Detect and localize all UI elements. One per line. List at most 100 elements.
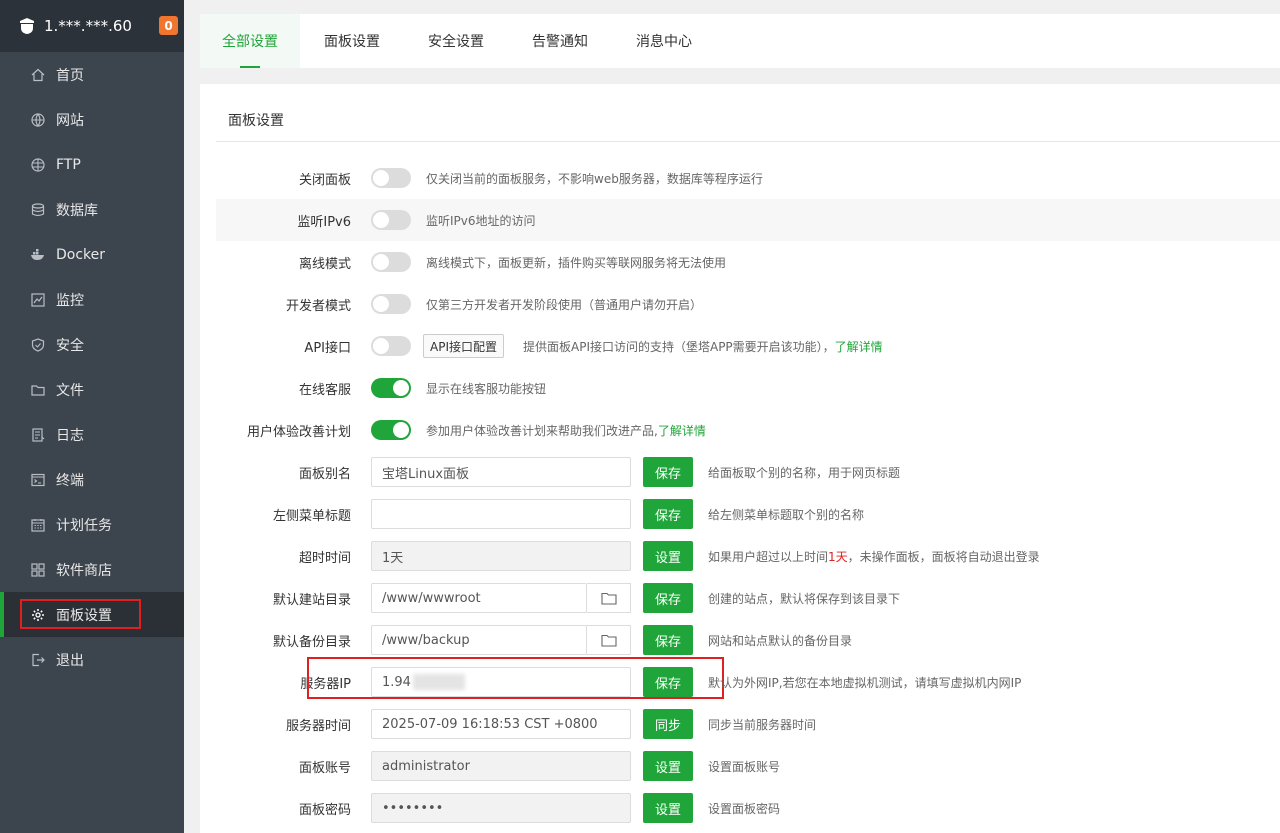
- row-backup-dir: 默认备份目录 /www/backup 保存 网站和站点默认的备份目录: [216, 619, 1280, 661]
- set-password-button[interactable]: 设置: [643, 793, 693, 823]
- docker-icon: [30, 247, 46, 263]
- sidebar-item-cron[interactable]: 计划任务: [0, 502, 184, 547]
- sidebar-item-label: 监控: [56, 292, 84, 309]
- grid-icon: [30, 562, 46, 578]
- folder-picker-icon[interactable]: [587, 583, 631, 613]
- ux-program-toggle[interactable]: [371, 420, 411, 440]
- log-icon: [30, 427, 46, 443]
- divider: [216, 141, 1280, 142]
- row-offline-mode: 离线模式 离线模式下，面板更新，插件购买等联网服务将无法使用: [216, 241, 1280, 283]
- settings-tabs: 全部设置 面板设置 安全设置 告警通知 消息中心: [200, 14, 1280, 68]
- row-desc: 监听IPv6地址的访问: [426, 213, 536, 228]
- row-label: 在线客服: [298, 382, 351, 398]
- sidebar-item-ftp[interactable]: FTP: [0, 142, 184, 187]
- dev-mode-toggle[interactable]: [371, 294, 411, 314]
- panel-account-input[interactable]: administrator: [371, 751, 631, 781]
- sidebar-item-logs[interactable]: 日志: [0, 412, 184, 457]
- row-desc: 同步当前服务器时间: [708, 717, 817, 732]
- panel-settings-section: 面板设置 关闭面板 仅关闭当前的面板服务，不影响web服务器，数据库等程序运行 …: [200, 84, 1280, 833]
- row-desc: 设置面板账号: [708, 759, 781, 774]
- globe-icon: [30, 112, 46, 128]
- row-desc: 网站和站点默认的备份目录: [708, 633, 853, 648]
- sidebar-item-docker[interactable]: Docker: [0, 232, 184, 277]
- row-desc: 离线模式下，面板更新，插件购买等联网服务将无法使用: [426, 255, 727, 270]
- sidebar-item-monitor[interactable]: 监控: [0, 277, 184, 322]
- tab-panel-settings[interactable]: 面板设置: [324, 14, 380, 68]
- row-desc: 默认为外网IP,若您在本地虚拟机测试，请填写虚拟机内网IP: [708, 675, 1022, 690]
- row-label: 面板别名: [298, 466, 351, 482]
- panel-alias-input[interactable]: 宝塔Linux面板: [371, 457, 631, 487]
- save-backup-dir-button[interactable]: 保存: [643, 625, 693, 655]
- tab-alert-notify[interactable]: 告警通知: [532, 14, 588, 68]
- sidebar-item-store[interactable]: 软件商店: [0, 547, 184, 592]
- tab-security-settings[interactable]: 安全设置: [428, 14, 484, 68]
- sidebar-item-files[interactable]: 文件: [0, 367, 184, 412]
- close-panel-toggle[interactable]: [371, 168, 411, 188]
- row-label: 左侧菜单标题: [272, 508, 351, 524]
- calendar-icon: [30, 517, 46, 533]
- offline-mode-toggle[interactable]: [371, 252, 411, 272]
- highlight-box: [20, 599, 141, 629]
- sidebar-item-website[interactable]: 网站: [0, 97, 184, 142]
- row-desc: 仅第三方开发者开发阶段使用（普通用户请勿开启）: [426, 297, 703, 312]
- sidebar-item-label: Docker: [56, 246, 106, 263]
- row-ux-program: 用户体验改善计划 参加用户体验改善计划来帮助我们改进产品,了解详情: [216, 409, 1280, 451]
- sidebar-item-label: 数据库: [56, 202, 98, 219]
- row-timeout: 超时时间 1天 设置 如果用户超过以上时间1天，未操作面板，面板将自动退出登录: [216, 535, 1280, 577]
- row-desc: 如果用户超过以上时间1天，未操作面板，面板将自动退出登录: [708, 548, 1040, 565]
- message-badge[interactable]: 0: [159, 16, 178, 35]
- sidebar-item-home[interactable]: 首页: [0, 52, 184, 97]
- sidebar-item-label: 文件: [56, 382, 84, 399]
- server-time-input[interactable]: 2025-07-09 16:18:53 CST +0800: [371, 709, 631, 739]
- row-desc: 提供面板API接口访问的支持（堡塔APP需要开启该功能），了解详情: [523, 338, 883, 355]
- save-menu-title-button[interactable]: 保存: [643, 499, 693, 529]
- menu-title-input[interactable]: [371, 499, 631, 529]
- home-icon: [30, 67, 46, 83]
- row-label: 用户体验改善计划: [246, 424, 351, 440]
- server-header[interactable]: 1.***.***.60 0: [0, 0, 184, 52]
- online-support-toggle[interactable]: [371, 378, 411, 398]
- database-icon: [30, 202, 46, 218]
- sidebar-item-panel-settings[interactable]: 面板设置: [0, 592, 184, 637]
- folder-picker-icon[interactable]: [587, 625, 631, 655]
- tab-all-settings[interactable]: 全部设置: [200, 14, 300, 68]
- timeout-desc-a: 如果用户超过以上时间: [708, 549, 829, 564]
- row-menu-title: 左侧菜单标题 保存 给左侧菜单标题取个别的名称: [216, 493, 1280, 535]
- server-ip-value: 1.94: [382, 674, 411, 690]
- row-ipv6: 监听IPv6 监听IPv6地址的访问: [216, 199, 1280, 241]
- row-panel-account: 面板账号 administrator 设置 设置面板账号: [216, 745, 1280, 787]
- row-label: API接口: [304, 340, 351, 356]
- row-desc: 显示在线客服功能按钮: [426, 381, 547, 396]
- row-online-support: 在线客服 显示在线客服功能按钮: [216, 367, 1280, 409]
- save-server-ip-button[interactable]: 保存: [643, 667, 693, 697]
- site-dir-input[interactable]: /www/wwwroot: [371, 583, 587, 613]
- sidebar-item-label: 首页: [56, 67, 84, 84]
- backup-dir-input[interactable]: /www/backup: [371, 625, 587, 655]
- panel-password-input[interactable]: ••••••••: [371, 793, 631, 823]
- sidebar-item-label: 退出: [56, 652, 84, 669]
- row-desc: 设置面板密码: [708, 801, 781, 816]
- api-config-button[interactable]: API接口配置: [423, 334, 504, 358]
- api-learn-more-link[interactable]: 了解详情: [835, 340, 883, 354]
- sidebar-item-database[interactable]: 数据库: [0, 187, 184, 232]
- save-alias-button[interactable]: 保存: [643, 457, 693, 487]
- save-site-dir-button[interactable]: 保存: [643, 583, 693, 613]
- sidebar-item-logout[interactable]: 退出: [0, 637, 184, 682]
- ipv6-toggle[interactable]: [371, 210, 411, 230]
- timeout-input[interactable]: 1天: [371, 541, 631, 571]
- ux-learn-more-link[interactable]: 了解详情: [658, 424, 706, 438]
- server-ip-input[interactable]: 1.94: [371, 667, 631, 697]
- sidebar-item-label: FTP: [56, 156, 81, 173]
- sidebar-item-terminal[interactable]: 终端: [0, 457, 184, 502]
- row-close-panel: 关闭面板 仅关闭当前的面板服务，不影响web服务器，数据库等程序运行: [216, 157, 1280, 199]
- sync-time-button[interactable]: 同步: [643, 709, 693, 739]
- sidebar-item-security[interactable]: 安全: [0, 322, 184, 367]
- ux-desc-text: 参加用户体验改善计划来帮助我们改进产品,: [426, 423, 658, 438]
- tab-message-center[interactable]: 消息中心: [636, 14, 692, 68]
- set-account-button[interactable]: 设置: [643, 751, 693, 781]
- set-timeout-button[interactable]: 设置: [643, 541, 693, 571]
- sidebar-item-label: 网站: [56, 112, 84, 129]
- timeout-desc-b: ，未操作面板，面板将自动退出登录: [847, 549, 1040, 564]
- api-toggle[interactable]: [371, 336, 411, 356]
- row-dev-mode: 开发者模式 仅第三方开发者开发阶段使用（普通用户请勿开启）: [216, 283, 1280, 325]
